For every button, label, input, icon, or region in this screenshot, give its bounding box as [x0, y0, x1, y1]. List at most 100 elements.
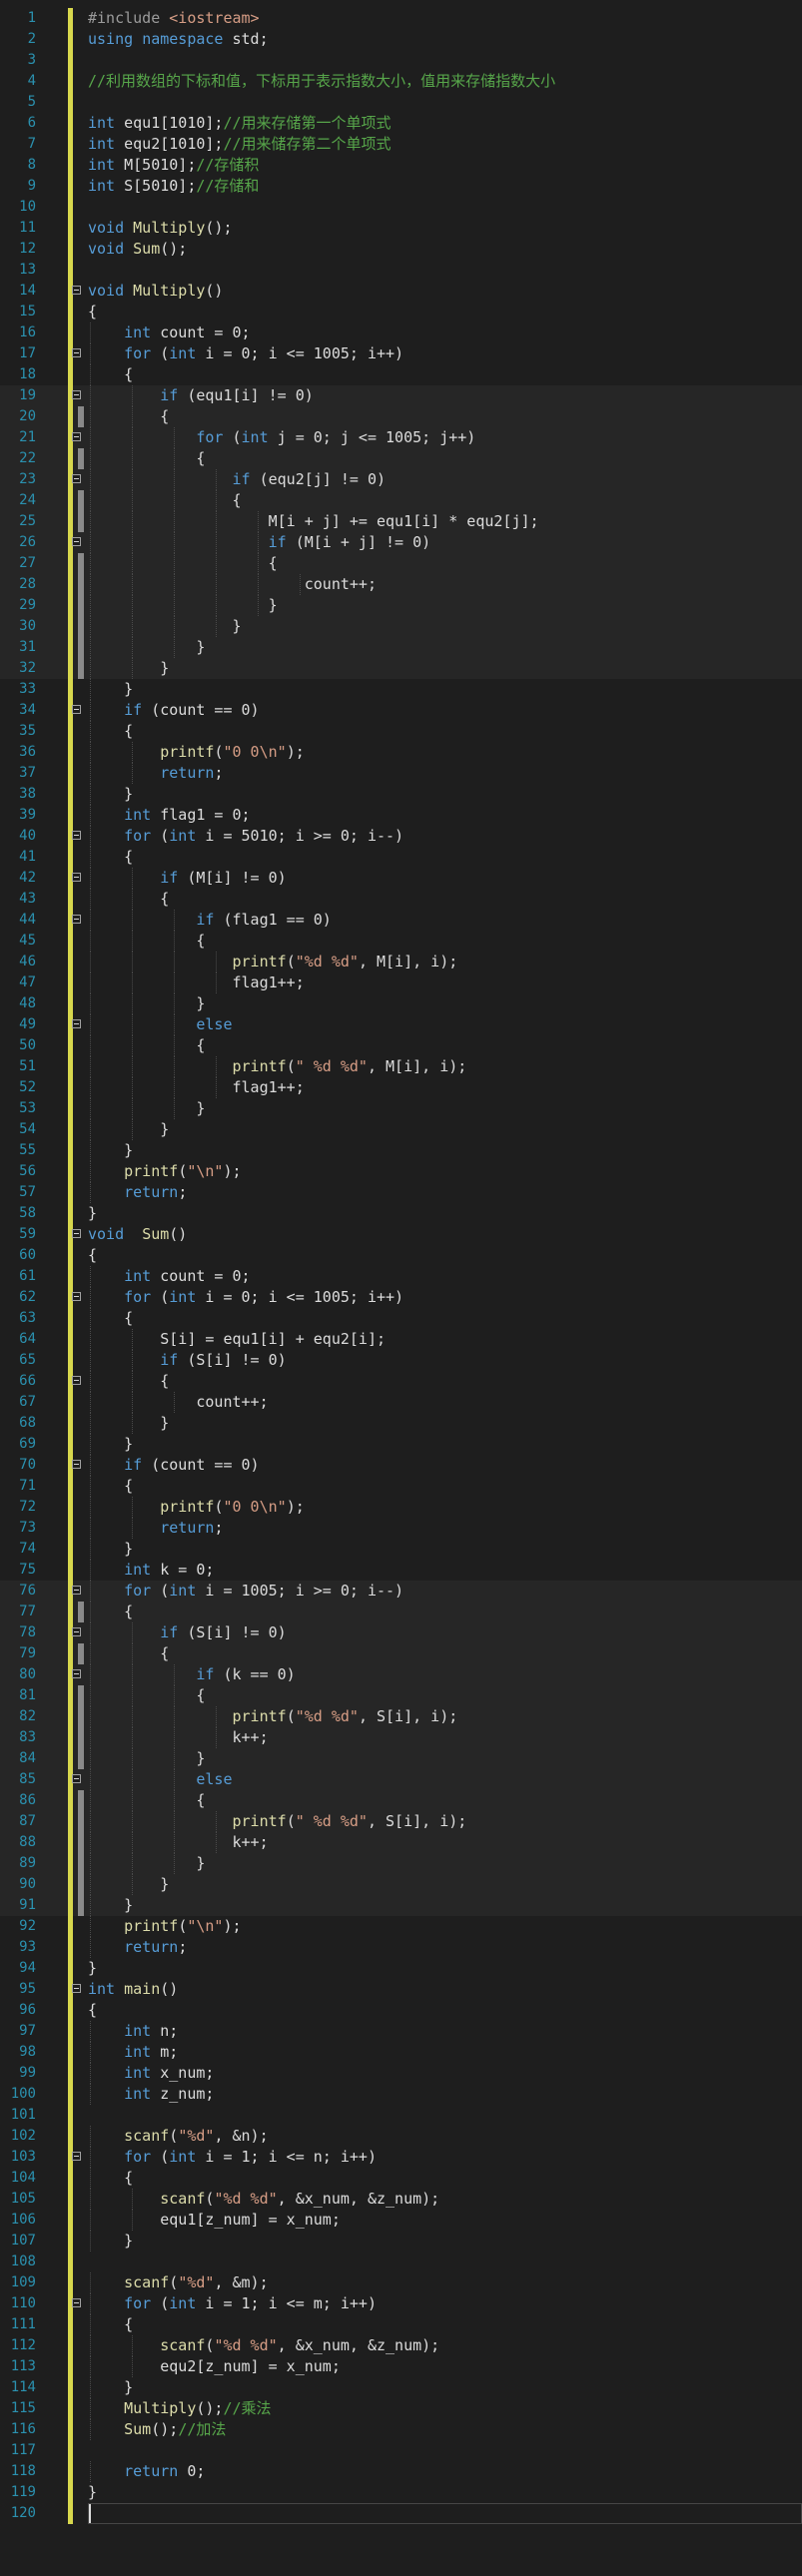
code-line[interactable]: 46 printf("%d %d", M[i], i);: [0, 952, 802, 972]
code-line[interactable]: 25 M[i + j] += equ1[i] * equ2[j];: [0, 511, 802, 532]
code-line[interactable]: 14 void Multiply(): [0, 281, 802, 302]
code-line[interactable]: 116 Sum();//加法: [0, 2419, 802, 2440]
code-line[interactable]: 88 k++;: [0, 1832, 802, 1853]
fold-toggle-icon[interactable]: [72, 873, 81, 882]
fold-toggle-icon[interactable]: [72, 474, 81, 483]
code-line[interactable]: 49 else: [0, 1014, 802, 1035]
code-line[interactable]: 33 }: [0, 679, 802, 700]
code-line[interactable]: 16 int count = 0;: [0, 322, 802, 343]
code-line[interactable]: 47 flag1++;: [0, 972, 802, 993]
code-line[interactable]: 66 {: [0, 1371, 802, 1392]
fold-toggle-icon[interactable]: [72, 1376, 81, 1385]
fold-toggle-icon[interactable]: [72, 1019, 81, 1028]
code-line[interactable]: 29 }: [0, 595, 802, 616]
code-line[interactable]: 76 for (int i = 1005; i >= 0; i--): [0, 1581, 802, 1602]
fold-toggle-icon[interactable]: [72, 286, 81, 295]
code-line[interactable]: 5: [0, 92, 802, 113]
code-line[interactable]: 23 if (equ2[j] != 0): [0, 469, 802, 490]
code-line[interactable]: 81 {: [0, 1685, 802, 1706]
code-line[interactable]: 103 for (int i = 1; i <= n; i++): [0, 2147, 802, 2168]
code-line[interactable]: 100 int z_num;: [0, 2084, 802, 2105]
fold-toggle-icon[interactable]: [72, 705, 81, 714]
code-line[interactable]: 104 {: [0, 2168, 802, 2189]
code-line[interactable]: 97 int n;: [0, 2021, 802, 2042]
code-line[interactable]: 113 equ2[z_num] = x_num;: [0, 2356, 802, 2377]
code-line[interactable]: 80 if (k == 0): [0, 1664, 802, 1685]
code-line[interactable]: 99 int x_num;: [0, 2063, 802, 2084]
code-line[interactable]: 53 }: [0, 1098, 802, 1119]
code-line[interactable]: 48 }: [0, 993, 802, 1014]
fold-toggle-icon[interactable]: [72, 1669, 81, 1678]
code-line[interactable]: 71 {: [0, 1476, 802, 1497]
code-line[interactable]: 1 #include <iostream>: [0, 8, 802, 29]
code-line[interactable]: 78 if (S[i] != 0): [0, 1622, 802, 1643]
code-line[interactable]: 87 printf(" %d %d", S[i], i);: [0, 1811, 802, 1832]
fold-toggle-icon[interactable]: [72, 1229, 81, 1238]
fold-toggle-icon[interactable]: [72, 2152, 81, 2161]
code-line[interactable]: 86 {: [0, 1790, 802, 1811]
code-line[interactable]: 32 }: [0, 658, 802, 679]
code-line[interactable]: 106 equ1[z_num] = x_num;: [0, 2210, 802, 2231]
code-line[interactable]: 27 {: [0, 553, 802, 574]
code-line[interactable]: 34 if (count == 0): [0, 700, 802, 721]
code-line[interactable]: 84 }: [0, 1748, 802, 1769]
code-line[interactable]: 9 int S[5010];//存储和: [0, 176, 802, 197]
fold-toggle-icon[interactable]: [72, 915, 81, 924]
code-line[interactable]: 110 for (int i = 1; i <= m; i++): [0, 2293, 802, 2314]
code-line[interactable]: 30 }: [0, 616, 802, 637]
code-line[interactable]: 3: [0, 50, 802, 71]
code-line[interactable]: 64 S[i] = equ1[i] + equ2[i];: [0, 1329, 802, 1350]
code-line[interactable]: 83 k++;: [0, 1727, 802, 1748]
code-line[interactable]: 62 for (int i = 0; i <= 1005; i++): [0, 1287, 802, 1308]
code-line[interactable]: 24 {: [0, 490, 802, 511]
code-line[interactable]: 31 }: [0, 637, 802, 658]
code-line[interactable]: 94}: [0, 1958, 802, 1979]
fold-toggle-icon[interactable]: [72, 432, 81, 441]
code-line[interactable]: 120: [0, 2503, 802, 2524]
code-line[interactable]: 20 {: [0, 406, 802, 427]
code-line[interactable]: 112 scanf("%d %d", &x_num, &z_num);: [0, 2335, 802, 2356]
code-line[interactable]: 13: [0, 260, 802, 281]
code-line[interactable]: 51 printf(" %d %d", M[i], i);: [0, 1056, 802, 1077]
code-line[interactable]: 43 {: [0, 889, 802, 910]
code-line[interactable]: 95 int main(): [0, 1979, 802, 2000]
code-line[interactable]: 118 return 0;: [0, 2461, 802, 2482]
code-line[interactable]: 114 }: [0, 2377, 802, 2398]
code-line[interactable]: 58}: [0, 1203, 802, 1224]
code-line[interactable]: 60 {: [0, 1245, 802, 1266]
code-line[interactable]: 12 void Sum();: [0, 239, 802, 260]
code-line[interactable]: 37 return;: [0, 763, 802, 784]
code-line[interactable]: 63 {: [0, 1308, 802, 1329]
code-line[interactable]: 117: [0, 2440, 802, 2461]
fold-toggle-icon[interactable]: [72, 537, 81, 546]
code-line[interactable]: 68 }: [0, 1413, 802, 1434]
code-line[interactable]: 65 if (S[i] != 0): [0, 1350, 802, 1371]
code-line[interactable]: 105 scanf("%d %d", &x_num, &z_num);: [0, 2189, 802, 2210]
code-line[interactable]: 8 int M[5010];//存储积: [0, 155, 802, 176]
code-line[interactable]: 57 return;: [0, 1182, 802, 1203]
code-line[interactable]: 98 int m;: [0, 2042, 802, 2063]
code-line[interactable]: 73 return;: [0, 1518, 802, 1539]
code-line[interactable]: 92 printf("\n");: [0, 1916, 802, 1937]
code-line[interactable]: 15 {: [0, 302, 802, 322]
code-editor[interactable]: 1 #include <iostream> 2 using namespace std…: [0, 0, 802, 2576]
code-line[interactable]: 74 }: [0, 1539, 802, 1560]
code-line[interactable]: 2 using namespace std;: [0, 29, 802, 50]
code-line[interactable]: 36 printf("0 0\n");: [0, 742, 802, 763]
code-line[interactable]: 21 for (int j = 0; j <= 1005; j++): [0, 427, 802, 448]
code-line[interactable]: 4 //利用数组的下标和值，下标用于表示指数大小，值用来存储指数大小: [0, 71, 802, 92]
code-line[interactable]: 38 }: [0, 784, 802, 805]
code-line[interactable]: 56 printf("\n");: [0, 1161, 802, 1182]
code-line[interactable]: 40 for (int i = 5010; i >= 0; i--): [0, 826, 802, 847]
code-line[interactable]: 111 {: [0, 2314, 802, 2335]
code-line[interactable]: 61 int count = 0;: [0, 1266, 802, 1287]
code-line[interactable]: 28 count++;: [0, 574, 802, 595]
code-line[interactable]: 67 count++;: [0, 1392, 802, 1413]
code-line[interactable]: 45 {: [0, 931, 802, 952]
code-line[interactable]: 70 if (count == 0): [0, 1455, 802, 1476]
code-line[interactable]: 52 flag1++;: [0, 1077, 802, 1098]
code-line[interactable]: 39 int flag1 = 0;: [0, 805, 802, 826]
code-line[interactable]: 55 }: [0, 1140, 802, 1161]
code-line[interactable]: 41 {: [0, 847, 802, 868]
code-line[interactable]: 101: [0, 2105, 802, 2126]
